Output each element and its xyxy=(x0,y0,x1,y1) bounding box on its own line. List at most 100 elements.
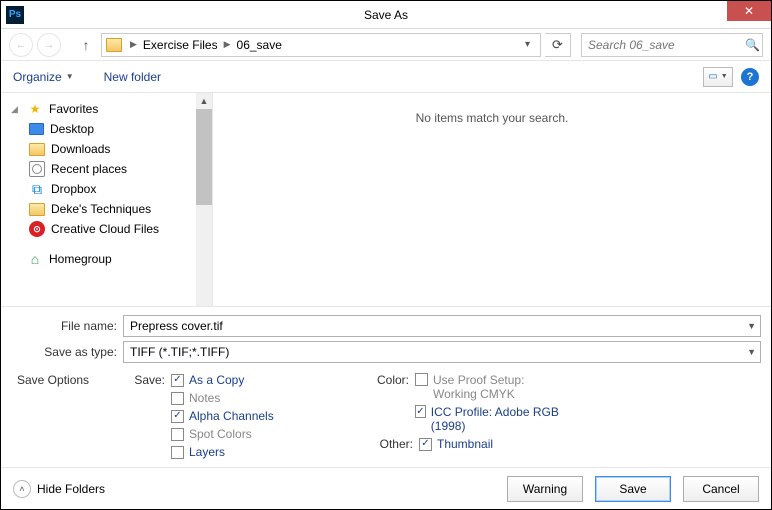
chevron-down-icon[interactable]: ▼ xyxy=(747,347,756,357)
new-folder-button[interactable]: New folder xyxy=(104,70,161,84)
check-layers[interactable]: Layers xyxy=(171,445,274,459)
close-button[interactable]: ✕ xyxy=(727,1,771,21)
back-icon: ← xyxy=(16,39,27,51)
check-label: Spot Colors xyxy=(189,427,252,441)
back-button[interactable]: ← xyxy=(9,33,33,57)
cancel-button[interactable]: Cancel xyxy=(683,476,759,502)
folder-icon xyxy=(29,203,45,216)
folder-icon xyxy=(106,38,122,52)
save-type-value: TIFF (*.TIF;*.TIFF) xyxy=(130,345,229,359)
tree-item-desktop[interactable]: Desktop xyxy=(11,119,212,139)
desktop-icon xyxy=(29,123,44,135)
homegroup-icon: ⌂ xyxy=(27,251,43,267)
scroll-thumb[interactable] xyxy=(196,109,212,205)
search-icon: 🔍 xyxy=(745,38,760,52)
chevron-right-icon: ▶ xyxy=(220,39,235,50)
checkbox-icon xyxy=(415,405,426,418)
checkbox-icon xyxy=(171,446,184,459)
help-icon: ? xyxy=(747,71,754,83)
tree-label: Downloads xyxy=(51,142,110,156)
refresh-button[interactable]: ⟳ xyxy=(545,33,571,57)
view-options-button[interactable]: ▭ ▼ xyxy=(703,67,733,87)
titlebar: Ps Save As ✕ xyxy=(1,1,771,29)
organize-label: Organize xyxy=(13,70,62,84)
tree-label: Deke's Techniques xyxy=(51,202,151,216)
chevron-up-icon: ˄ xyxy=(13,480,31,498)
check-as-a-copy[interactable]: As a Copy xyxy=(171,373,274,387)
tree-scrollbar[interactable]: ▲ xyxy=(196,93,212,306)
up-button[interactable]: ↑ xyxy=(75,34,97,56)
nav-row: ← → ↑ ▶ Exercise Files ▶ 06_save ▾ ⟳ 🔍 xyxy=(1,29,771,61)
app-icon: Ps xyxy=(6,6,24,24)
check-label: Alpha Channels xyxy=(189,409,274,423)
hide-folders-label: Hide Folders xyxy=(37,482,105,496)
check-label: ICC Profile: Adobe RGB (1998) xyxy=(431,405,563,433)
breadcrumb-dropdown[interactable]: ▾ xyxy=(519,39,536,50)
tree-label: Dropbox xyxy=(51,182,96,196)
warning-button[interactable]: Warning xyxy=(507,476,583,502)
check-spot-colors: Spot Colors xyxy=(171,427,274,441)
checkbox-icon xyxy=(171,410,184,423)
tree-item-recent[interactable]: Recent places xyxy=(11,159,212,179)
color-group-label: Color: xyxy=(377,373,415,433)
tree-label: Homegroup xyxy=(49,252,112,266)
file-name-label: File name: xyxy=(11,319,123,333)
up-icon: ↑ xyxy=(83,37,90,53)
forward-button[interactable]: → xyxy=(37,33,61,57)
checkbox-icon xyxy=(419,438,432,451)
check-icc-profile[interactable]: ICC Profile: Adobe RGB (1998) xyxy=(415,405,563,433)
search-box[interactable]: 🔍 xyxy=(581,33,763,57)
empty-message: No items match your search. xyxy=(213,111,771,125)
save-options: Save Options Save: As a Copy Notes Alpha… xyxy=(11,367,761,467)
check-label: Layers xyxy=(189,445,225,459)
search-input[interactable] xyxy=(588,38,745,52)
recent-icon xyxy=(29,161,45,177)
footer: ˄ Hide Folders Warning Save Cancel xyxy=(1,467,771,509)
check-sublabel: Working CMYK xyxy=(433,387,515,401)
check-label: Thumbnail xyxy=(437,437,493,451)
save-type-label: Save as type: xyxy=(11,345,123,359)
tree-group-homegroup[interactable]: ⌂ Homegroup xyxy=(11,249,212,269)
hide-folders-button[interactable]: ˄ Hide Folders xyxy=(13,480,105,498)
breadcrumb-segment[interactable]: Exercise Files xyxy=(143,38,218,52)
chevron-down-icon: ▼ xyxy=(721,73,728,80)
star-icon: ★ xyxy=(27,101,43,117)
tree-item-cc[interactable]: ⊙ Creative Cloud Files xyxy=(11,219,212,239)
save-group-label: Save: xyxy=(129,373,171,459)
chevron-down-icon: ▼ xyxy=(66,72,74,81)
check-label: Notes xyxy=(189,391,220,405)
chevron-right-icon: ▶ xyxy=(126,39,141,50)
view-icon: ▭ xyxy=(708,71,717,82)
breadcrumb[interactable]: ▶ Exercise Files ▶ 06_save ▾ xyxy=(101,33,541,57)
save-type-field[interactable]: TIFF (*.TIF;*.TIFF) ▼ xyxy=(123,341,761,363)
chevron-down-icon[interactable]: ▼ xyxy=(747,321,756,331)
checkbox-icon xyxy=(171,428,184,441)
tree-item-dekes[interactable]: Deke's Techniques xyxy=(11,199,212,219)
help-button[interactable]: ? xyxy=(741,68,759,86)
save-button[interactable]: Save xyxy=(595,476,671,502)
toolbar: Organize ▼ New folder ▭ ▼ ? xyxy=(1,61,771,93)
checkbox-icon xyxy=(171,374,184,387)
tree-label: Creative Cloud Files xyxy=(51,222,159,236)
tree-label: Recent places xyxy=(51,162,127,176)
refresh-icon: ⟳ xyxy=(552,37,563,53)
tree-item-downloads[interactable]: Downloads xyxy=(11,139,212,159)
checkbox-icon xyxy=(415,373,428,386)
tree-label: Desktop xyxy=(50,122,94,136)
check-label: Use Proof Setup: xyxy=(433,373,524,387)
dropbox-icon: ⧉ xyxy=(29,181,45,197)
tree-group-favorites[interactable]: ◢ ★ Favorites xyxy=(11,99,212,119)
file-name-value: Prepress cover.tif xyxy=(130,319,223,333)
file-name-field[interactable]: Prepress cover.tif ▼ xyxy=(123,315,761,337)
breadcrumb-segment[interactable]: 06_save xyxy=(237,38,282,52)
scroll-up-icon[interactable]: ▲ xyxy=(196,93,212,109)
tree-item-dropbox[interactable]: ⧉ Dropbox xyxy=(11,179,212,199)
check-proof-setup: Use Proof Setup: Working CMYK xyxy=(415,373,563,401)
tree-label: Favorites xyxy=(49,102,98,116)
save-options-header: Save Options xyxy=(11,373,129,459)
organize-menu[interactable]: Organize ▼ xyxy=(13,70,74,84)
check-thumbnail[interactable]: Thumbnail xyxy=(419,437,493,451)
file-list: No items match your search. xyxy=(213,93,771,306)
creative-cloud-icon: ⊙ xyxy=(29,221,45,237)
check-alpha-channels[interactable]: Alpha Channels xyxy=(171,409,274,423)
